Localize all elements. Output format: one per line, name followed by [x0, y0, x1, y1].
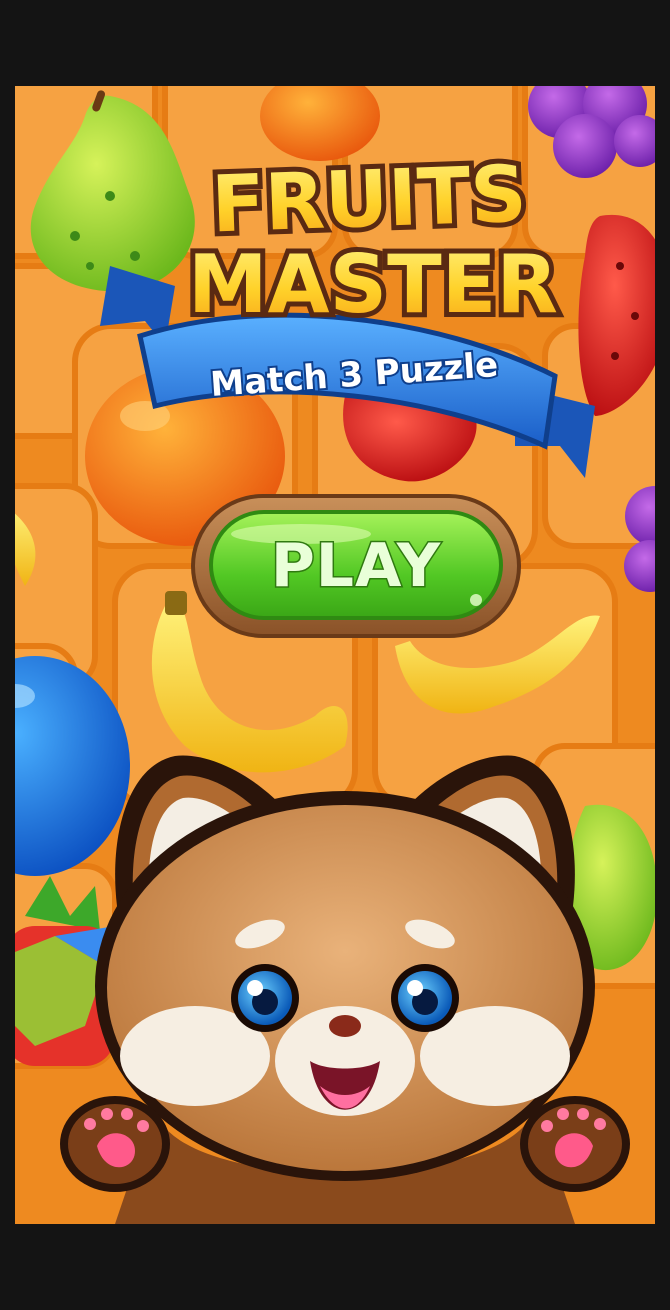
title-line-1: FRUITS: [210, 150, 528, 251]
mascot-eye-right: [391, 964, 459, 1032]
game-screen: FRUITS MASTER Match 3 Puzzle PLAY: [15, 86, 655, 1224]
mascot-eye-left: [231, 964, 299, 1032]
title-line-2: MASTER: [188, 238, 558, 331]
mascot-nose: [329, 1015, 361, 1037]
mascot-paw-left: [60, 1096, 170, 1192]
red-panda-mascot: [60, 755, 630, 1224]
play-button-container: PLAY: [191, 492, 521, 640]
play-button[interactable]: [191, 492, 521, 640]
mascot-paw-right: [520, 1096, 630, 1192]
